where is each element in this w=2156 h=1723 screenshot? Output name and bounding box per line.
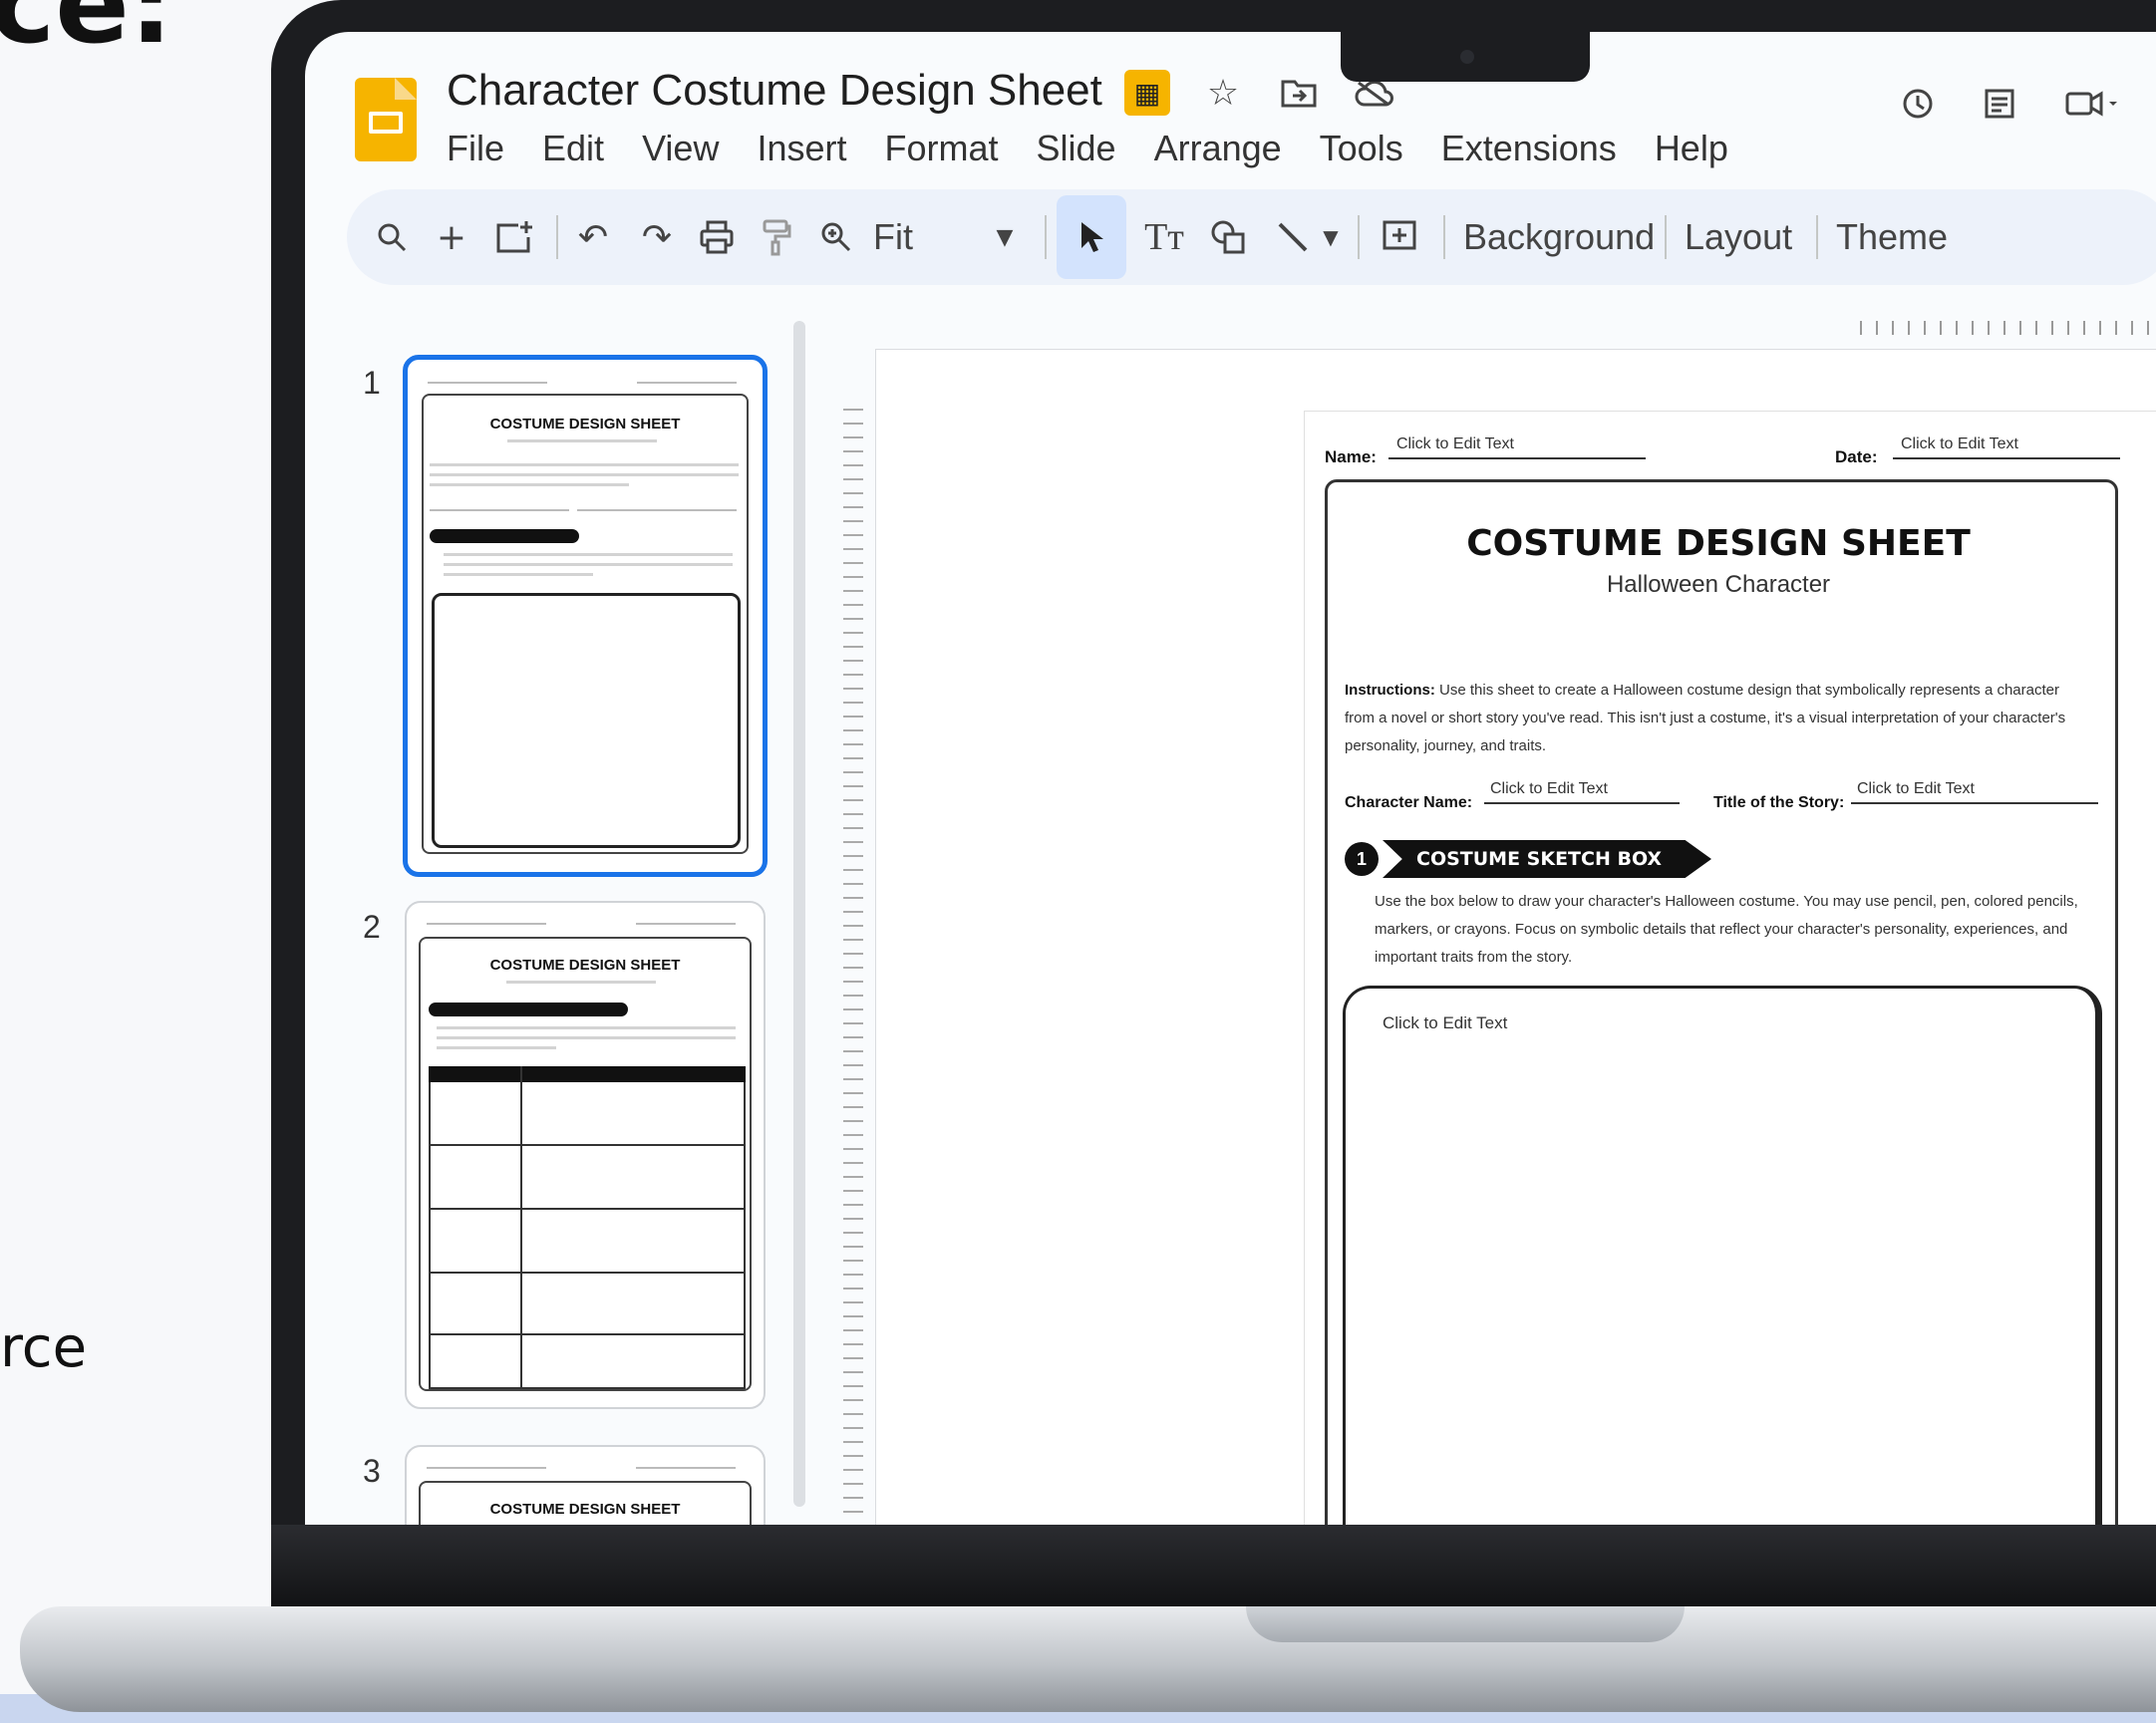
theme-button[interactable]: Theme xyxy=(1836,189,1948,285)
slide-thumbnail-3[interactable]: COSTUME DESIGN SHEET xyxy=(405,1445,766,1525)
slide-thumbnail-1[interactable]: COSTUME DESIGN SHEET xyxy=(403,355,768,877)
new-slide-layout-icon[interactable] xyxy=(484,189,544,285)
date-field[interactable]: Click to Edit Text xyxy=(1893,435,2120,459)
slide-thumbnail-2[interactable]: COSTUME DESIGN SHEET xyxy=(405,901,766,1409)
menu-bar: File Edit View Insert Format Slide Arran… xyxy=(447,128,1728,169)
search-icon[interactable] xyxy=(367,189,417,285)
new-slide-icon[interactable]: + xyxy=(427,189,476,285)
line-dropdown-icon[interactable]: ▼ xyxy=(1316,189,1346,285)
thumbnail-title: COSTUME DESIGN SHEET xyxy=(489,416,681,432)
horizontal-ruler xyxy=(1860,321,2156,335)
undo-icon[interactable]: ↶ xyxy=(568,189,618,285)
character-name-label: Character Name: xyxy=(1345,794,1473,811)
camera-icon xyxy=(1460,50,1474,64)
toolbar: + ↶ ↷ Fit ▼ Tт ▼ Background Layout Theme xyxy=(347,189,2156,285)
instructions-label: Instructions: xyxy=(1345,682,1435,699)
comment-add-icon[interactable] xyxy=(1370,189,1429,285)
thumbnail-title: COSTUME DESIGN SHEET xyxy=(489,1501,681,1518)
slideshow-badge-icon[interactable]: ▦ xyxy=(1124,70,1170,116)
menu-file[interactable]: File xyxy=(447,128,504,169)
text-box-icon[interactable]: Tт xyxy=(1136,189,1192,285)
menu-format[interactable]: Format xyxy=(885,128,999,169)
shape-icon[interactable] xyxy=(1200,189,1256,285)
zoom-icon[interactable] xyxy=(811,189,861,285)
slide-number: 2 xyxy=(363,909,381,945)
sketch-box-text[interactable]: Click to Edit Text xyxy=(1383,1013,1507,1033)
thumbnail-title: COSTUME DESIGN SHEET xyxy=(489,957,681,974)
instructions-text: Use this sheet to create a Halloween cos… xyxy=(1345,682,2066,754)
story-title-field[interactable]: Click to Edit Text xyxy=(1851,780,2098,804)
select-icon[interactable] xyxy=(1057,195,1126,279)
vertical-ruler xyxy=(843,401,863,1525)
paint-format-icon[interactable] xyxy=(752,189,801,285)
filmstrip-scrollbar[interactable] xyxy=(793,321,805,1507)
comments-icon[interactable] xyxy=(1982,86,2017,131)
menu-tools[interactable]: Tools xyxy=(1320,128,1403,169)
menu-view[interactable]: View xyxy=(642,128,719,169)
zoom-select[interactable]: Fit xyxy=(873,189,913,285)
story-title-label: Title of the Story: xyxy=(1713,794,1845,811)
menu-arrange[interactable]: Arrange xyxy=(1154,128,1282,169)
character-name-field[interactable]: Click to Edit Text xyxy=(1484,780,1680,804)
laptop-bezel xyxy=(271,1525,2156,1606)
slide-content: Name: Click to Edit Text Date: Click to … xyxy=(1304,411,2156,1525)
app-window: Character Costume Design Sheet ▦ ☆ File … xyxy=(305,32,2156,1525)
print-icon[interactable] xyxy=(692,189,742,285)
name-field[interactable]: Click to Edit Text xyxy=(1388,435,1646,459)
laptop-base-notch xyxy=(1246,1606,1685,1642)
sketch-box[interactable] xyxy=(1343,986,2102,1525)
name-label: Name: xyxy=(1325,447,1377,466)
slides-logo-icon[interactable] xyxy=(355,78,417,161)
section-instructions: Use the box below to draw your character… xyxy=(1375,893,2078,966)
document-title[interactable]: Character Costume Design Sheet xyxy=(447,66,1102,116)
menu-edit[interactable]: Edit xyxy=(542,128,604,169)
header-actions xyxy=(1900,86,2119,131)
background-side-text: rce xyxy=(0,1315,88,1380)
meet-camera-icon[interactable] xyxy=(2063,86,2119,131)
sheet-title: COSTUME DESIGN SHEET xyxy=(1466,523,1971,564)
zoom-dropdown-icon[interactable]: ▼ xyxy=(985,189,1025,285)
instructions: Instructions: Use this sheet to create a… xyxy=(1345,677,2082,760)
menu-extensions[interactable]: Extensions xyxy=(1441,128,1617,169)
move-to-folder-icon[interactable] xyxy=(1276,70,1322,116)
menu-insert[interactable]: Insert xyxy=(757,128,846,169)
date-label: Date: xyxy=(1835,447,1878,466)
star-icon[interactable]: ☆ xyxy=(1200,70,1246,116)
slide-number: 3 xyxy=(363,1453,381,1489)
redo-icon[interactable]: ↷ xyxy=(632,189,682,285)
background-headline: ce: xyxy=(0,0,173,68)
laptop-base xyxy=(20,1606,2156,1712)
menu-help[interactable]: Help xyxy=(1655,128,1728,169)
sheet-subtitle: Halloween Character xyxy=(1606,571,1831,598)
section-number: 1 xyxy=(1345,842,1379,876)
layout-button[interactable]: Layout xyxy=(1685,189,1792,285)
line-icon[interactable] xyxy=(1268,189,1318,285)
version-history-icon[interactable] xyxy=(1900,86,1936,131)
section-title: COSTUME SKETCH BOX xyxy=(1383,840,1711,878)
slide-number: 1 xyxy=(363,365,381,401)
background-button[interactable]: Background xyxy=(1463,189,1655,285)
menu-slide[interactable]: Slide xyxy=(1037,128,1116,169)
